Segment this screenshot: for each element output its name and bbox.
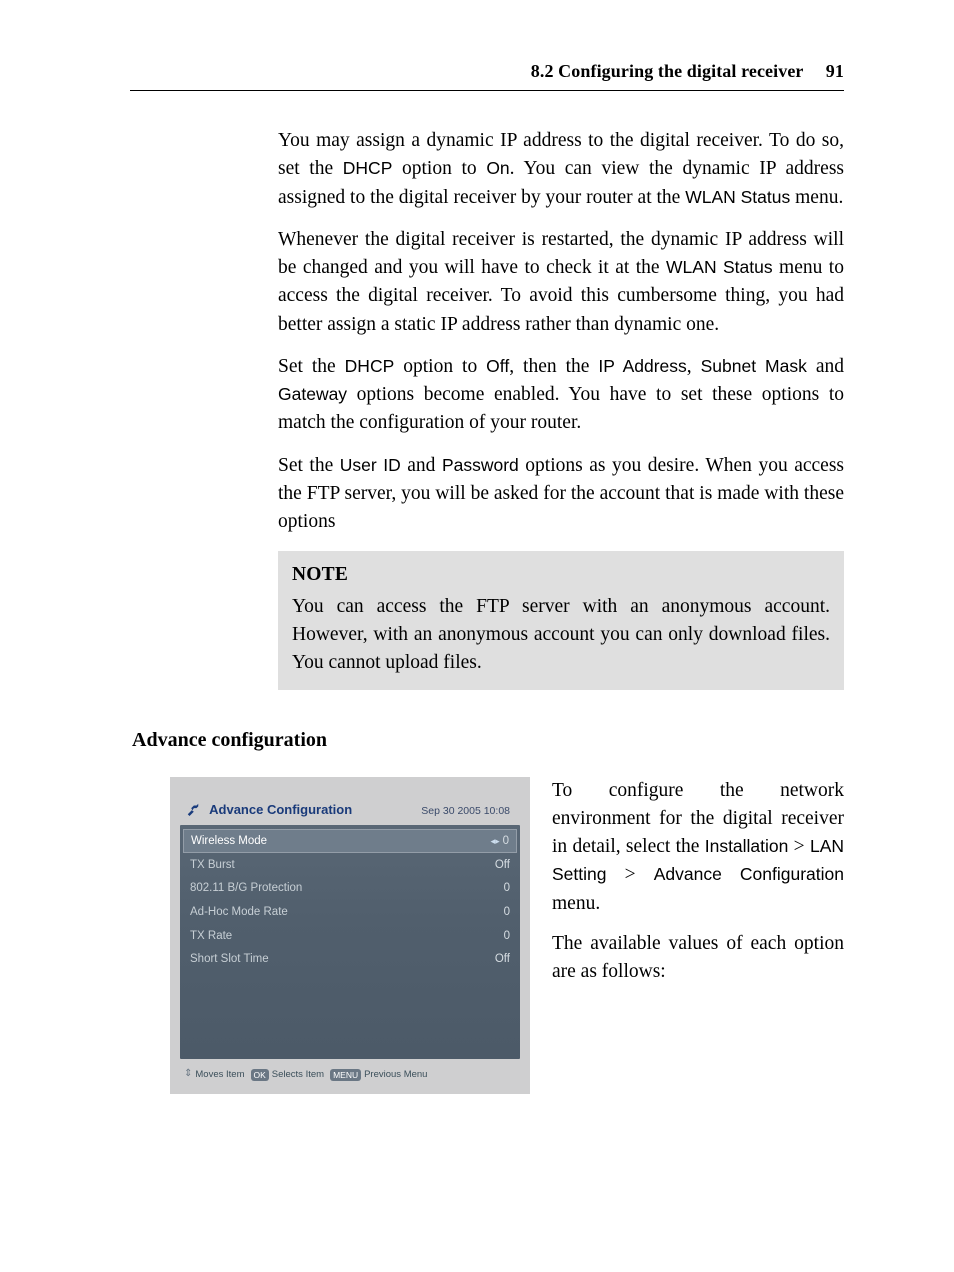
section-title: 8.2 Configuring the digital receiver: [531, 61, 803, 81]
list-item[interactable]: TX Rate 0: [180, 924, 520, 948]
text: and: [401, 455, 442, 476]
note-body: You can access the FTP server with an an…: [292, 593, 830, 678]
text: Set the: [278, 356, 345, 377]
menu-chip: MENU: [330, 1069, 361, 1081]
list-item[interactable]: TX Burst Off: [180, 853, 520, 877]
screenshot-list: Wireless Mode ◂▸0 TX Burst Off 802.11 B/…: [180, 825, 520, 1059]
screenshot-date: Sep 30 2005 10:08: [421, 804, 510, 819]
text: >: [606, 864, 653, 885]
term-password: Password: [442, 455, 519, 475]
term-user-id: User ID: [340, 455, 401, 475]
note-title: NOTE: [292, 561, 830, 589]
screenshot-hints: ⇕ Moves Item OK Selects Item MENU Previo…: [180, 1059, 520, 1086]
hint-text: Previous Menu: [364, 1068, 427, 1082]
updown-icon: ⇕: [184, 1067, 192, 1082]
list-item-label: 802.11 B/G Protection: [190, 880, 302, 897]
right-paragraph-2: The available values of each option are …: [552, 930, 844, 987]
text: options become enabled. You have to set …: [278, 384, 844, 433]
text: option to: [392, 158, 486, 179]
list-item-label: Wireless Mode: [191, 833, 267, 850]
body-column: You may assign a dynamic IP address to t…: [278, 127, 844, 690]
screenshot-title: Advance Configuration: [209, 802, 352, 817]
term-ip-address: IP Address: [598, 356, 686, 376]
page: 8.2 Configuring the digital receiver 91 …: [0, 0, 954, 1234]
term-wlan-status: WLAN Status: [685, 187, 790, 207]
term-dhcp: DHCP: [343, 158, 393, 178]
text: option to: [394, 356, 486, 377]
left-right-arrow-icon: ◂▸: [488, 835, 503, 848]
paragraph-3: Set the DHCP option to Off, then the IP …: [278, 353, 844, 438]
list-item-value: Off: [495, 951, 510, 968]
tool-icon: [186, 802, 200, 816]
header-rule: [130, 90, 844, 91]
list-item-label: Short Slot Time: [190, 951, 269, 968]
list-item-value: 0: [504, 880, 510, 897]
list-item[interactable]: 802.11 B/G Protection 0: [180, 877, 520, 901]
screenshot-title-wrap: Advance Configuration: [186, 801, 352, 820]
subhead-advance-configuration: Advance configuration: [132, 726, 844, 755]
embedded-screenshot: Advance Configuration Sep 30 2005 10:08 …: [170, 777, 530, 1094]
list-item-label: TX Burst: [190, 857, 235, 874]
text: menu.: [552, 893, 600, 914]
term-advance-configuration: Advance Configuration: [654, 864, 844, 884]
list-item[interactable]: Wireless Mode ◂▸0: [183, 829, 517, 853]
list-item[interactable]: Short Slot Time Off: [180, 948, 520, 972]
text: Set the: [278, 455, 340, 476]
list-item-label: TX Rate: [190, 928, 232, 945]
value-text: 0: [503, 835, 509, 847]
text: ,: [687, 356, 701, 377]
list-item[interactable]: Ad-Hoc Mode Rate 0: [180, 900, 520, 924]
text: >: [788, 836, 810, 857]
running-header: 8.2 Configuring the digital receiver 91: [130, 58, 844, 84]
list-item-value: ◂▸0: [488, 833, 509, 850]
hint-moves: ⇕ Moves Item: [184, 1067, 245, 1082]
hint-text: Moves Item: [195, 1068, 244, 1082]
term-subnet-mask: Subnet Mask: [701, 356, 807, 376]
term-wlan-status: WLAN Status: [666, 257, 773, 277]
term-on: On: [486, 158, 509, 178]
term-off: Off: [486, 356, 509, 376]
list-item-value: Off: [495, 857, 510, 874]
list-item-value: 0: [504, 928, 510, 945]
text: and: [807, 356, 844, 377]
term-gateway: Gateway: [278, 384, 347, 404]
page-number: 91: [808, 61, 844, 81]
paragraph-4: Set the User ID and Password options as …: [278, 452, 844, 537]
paragraph-1: You may assign a dynamic IP address to t…: [278, 127, 844, 212]
list-item-label: Ad-Hoc Mode Rate: [190, 904, 288, 921]
hint-text: Selects Item: [272, 1068, 324, 1082]
hint-selects: OK Selects Item: [251, 1068, 325, 1082]
term-installation: Installation: [705, 836, 789, 856]
right-paragraph-1: To configure the network environment for…: [552, 777, 844, 918]
right-column: To configure the network environment for…: [552, 777, 844, 999]
term-dhcp: DHCP: [345, 356, 395, 376]
text: , then the: [509, 356, 598, 377]
screenshot-title-row: Advance Configuration Sep 30 2005 10:08: [180, 787, 520, 826]
ok-chip: OK: [251, 1069, 269, 1081]
list-item-value: 0: [504, 904, 510, 921]
text: menu.: [790, 187, 843, 208]
two-column: Advance Configuration Sep 30 2005 10:08 …: [170, 777, 844, 1094]
paragraph-2: Whenever the digital receiver is restart…: [278, 226, 844, 339]
hint-previous: MENU Previous Menu: [330, 1068, 427, 1082]
note-box: NOTE You can access the FTP server with …: [278, 551, 844, 690]
